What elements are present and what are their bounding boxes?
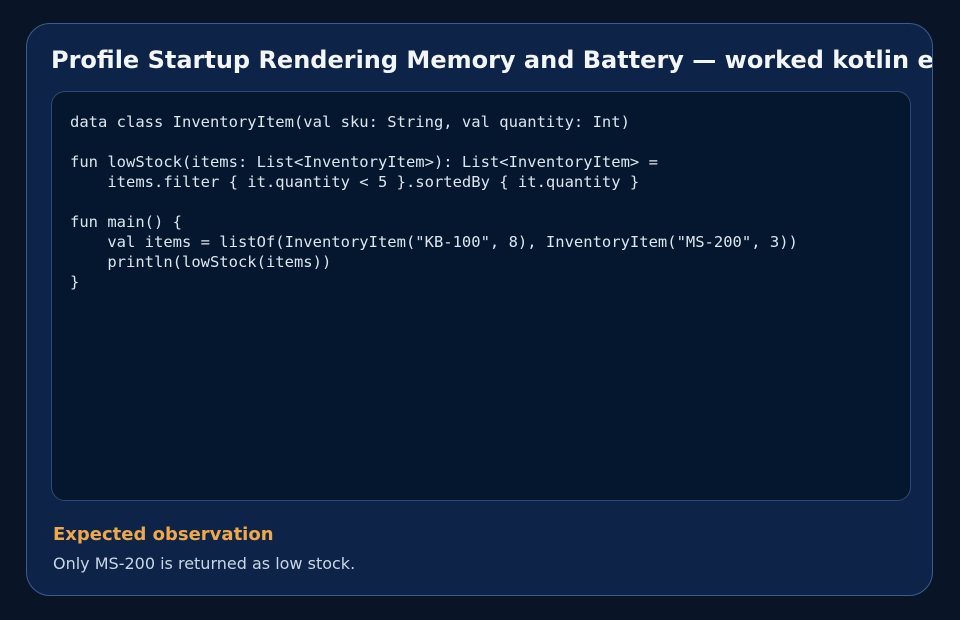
code-line: fun main() { <box>70 213 182 231</box>
example-card: Profile Startup Rendering Memory and Bat… <box>26 23 933 596</box>
code-block[interactable]: data class InventoryItem(val sku: String… <box>70 112 892 292</box>
code-line: } <box>70 273 80 291</box>
observation-text: Only MS-200 is returned as low stock. <box>53 554 356 573</box>
code-line: val items = listOf(InventoryItem("KB-100… <box>70 233 798 251</box>
code-line: fun lowStock(items: List<InventoryItem>)… <box>70 153 658 171</box>
code-line: println(lowStock(items)) <box>70 253 332 271</box>
card-title: Profile Startup Rendering Memory and Bat… <box>51 46 933 74</box>
observation-heading: Expected observation <box>53 524 274 545</box>
code-panel[interactable]: data class InventoryItem(val sku: String… <box>51 91 911 501</box>
code-line: data class InventoryItem(val sku: String… <box>70 113 630 131</box>
code-line: items.filter { it.quantity < 5 }.sortedB… <box>70 173 640 191</box>
